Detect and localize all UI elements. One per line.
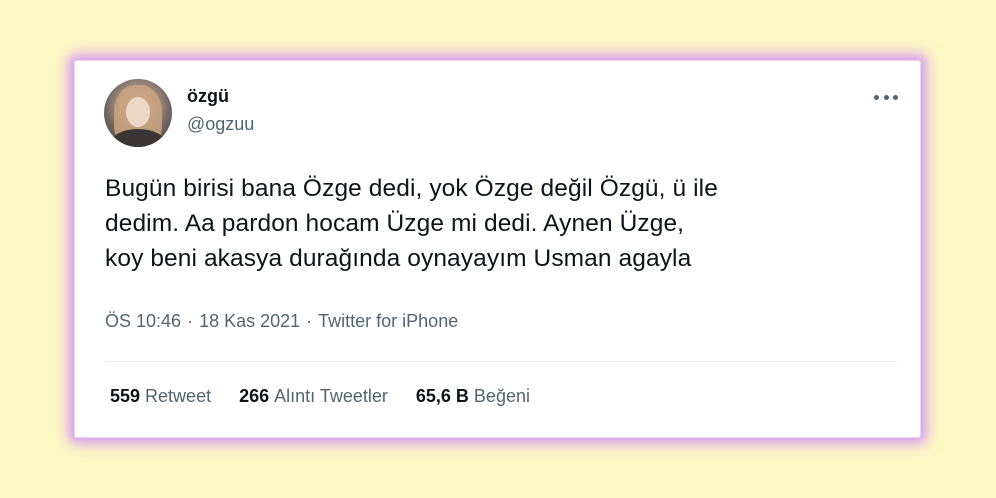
retweet-label: Retweet — [145, 386, 212, 406]
tweet-source[interactable]: Twitter for iPhone — [318, 311, 458, 331]
retweet-stat[interactable]: 559 Retweet — [110, 386, 211, 407]
likes-count: 65,6 B — [415, 386, 469, 406]
more-options-icon[interactable] — [872, 89, 900, 105]
tweet-text: Bugün birisi bana Özge dedi, yok Özge de… — [105, 171, 895, 276]
quote-tweets-label: Alıntı Tweetler — [274, 386, 388, 406]
author-name[interactable]: özgü — [187, 86, 229, 107]
tweet-stats: 559 Retweet 266 Alıntı Tweetler 65,6 B Beğe… — [110, 386, 558, 407]
tweet-text-line: Bugün birisi bana Özge dedi, yok Özge de… — [105, 175, 718, 202]
divider — [105, 361, 897, 362]
dot — [893, 94, 898, 100]
quote-tweets-stat[interactable]: 266 Alıntı Tweetler — [239, 386, 388, 407]
tweet-date[interactable]: 18 Kas 2021 — [199, 311, 300, 331]
author-handle[interactable]: @ogzuu — [187, 114, 254, 135]
likes-label: Beğeni — [473, 386, 530, 406]
tweet-time[interactable]: ÖS 10:46 — [105, 311, 181, 331]
meta-separator: · — [187, 311, 194, 331]
tweet-meta: ÖS 10:46 · 18 Kas 2021 · Twitter for iPhone — [105, 311, 458, 332]
tweet-card: özgü @ogzuu Bugün birisi bana Özge dedi,… — [75, 61, 920, 437]
dot — [883, 94, 889, 100]
avatar-face — [126, 97, 150, 127]
meta-separator: · — [306, 311, 313, 331]
retweet-count: 559 — [110, 386, 141, 406]
avatar[interactable] — [104, 79, 172, 147]
dot — [874, 94, 879, 100]
tweet-text-line: dedim. Aa pardon hocam Üzge mi dedi. Ayn… — [105, 210, 685, 237]
likes-stat[interactable]: 65,6 B Beğeni — [416, 386, 530, 407]
quote-tweets-count: 266 — [239, 386, 270, 406]
tweet-text-line: koy beni akasya durağında oynayayım Usma… — [105, 245, 692, 272]
